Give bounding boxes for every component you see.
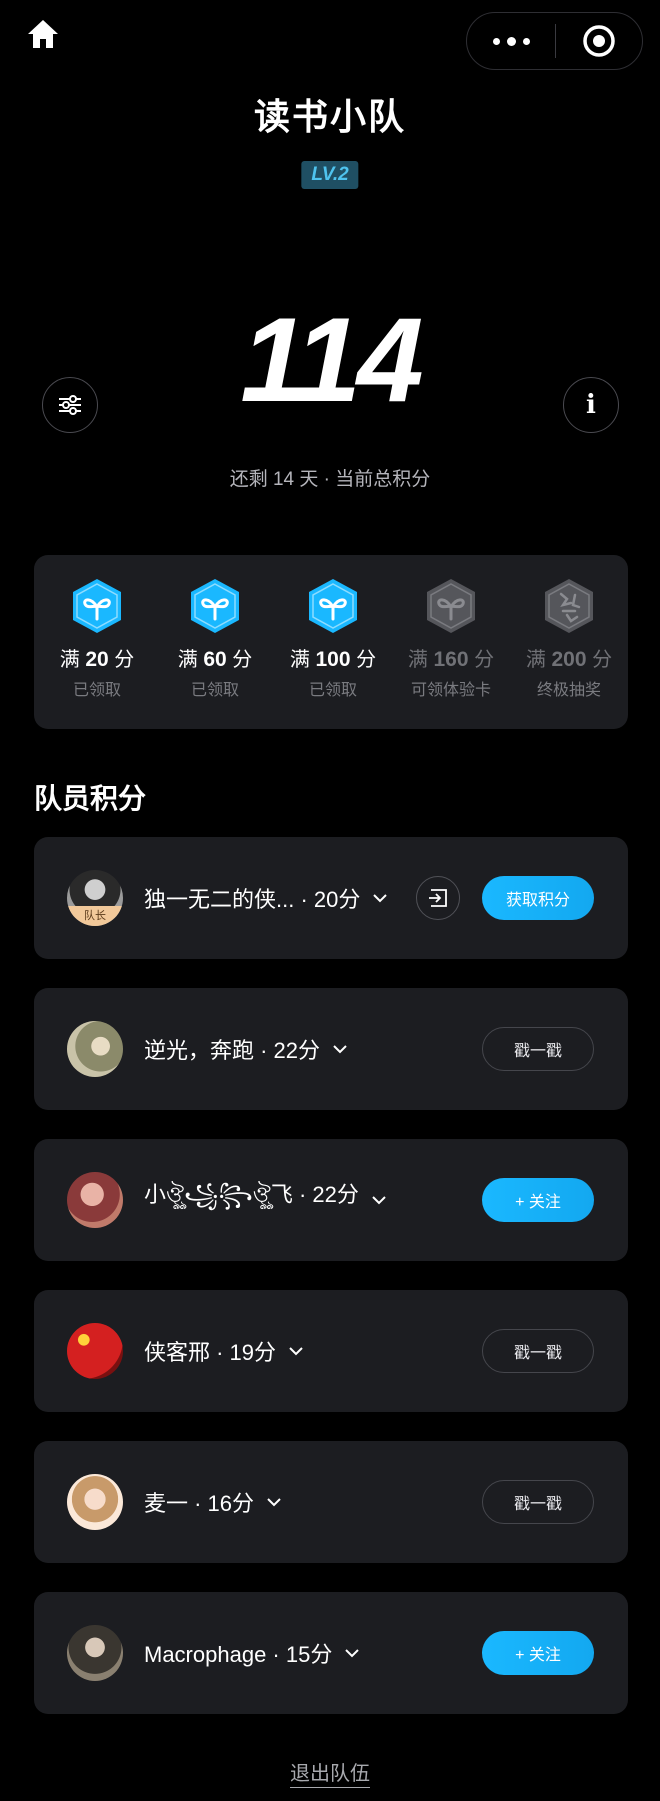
member-name[interactable]: 独一无二的侠... · 20分 [144, 837, 388, 959]
reward-label: 满 20 分 [59, 648, 135, 671]
info-button[interactable]: i [563, 377, 619, 433]
member-name[interactable]: 逆光，奔跑 · 22分 [144, 988, 348, 1110]
reward-hex-icon [191, 579, 239, 633]
info-icon: i [586, 390, 596, 420]
filter-button[interactable] [42, 377, 98, 433]
reward-milestones: 满 20 分 已领取 满 60 分 已领取 满 100 分 已领取 满 160 … [34, 555, 628, 729]
member-row: 队长 独一无二的侠... · 20分 获取积分 [34, 837, 628, 959]
close-program-button[interactable] [556, 13, 642, 69]
captain-tag: 队长 [67, 906, 123, 926]
reward-status: 已领取 [72, 682, 121, 699]
member-row: 逆光，奔跑 · 22分 戳一戳 [34, 988, 628, 1110]
home-button[interactable] [26, 18, 66, 58]
chevron-down-icon [333, 1045, 347, 1054]
reward-item[interactable]: 满 20 分 已领取 [37, 577, 157, 700]
chevron-down-icon [373, 894, 388, 903]
member-row: 小ঔৣ꧁꧂ঔৣ飞 · 22分 + 关注 [34, 1139, 628, 1261]
avatar[interactable]: 队长 [67, 870, 123, 926]
reward-label: 满 100 分 [289, 648, 377, 671]
chevron-down-icon [372, 1196, 386, 1205]
poke-button[interactable]: 戳一戳 [482, 1329, 594, 1373]
reward-label: 满 60 分 [177, 648, 253, 671]
section-title: 队员积分 [34, 783, 147, 814]
follow-button[interactable]: + 关注 [482, 1631, 594, 1675]
exit-team-icon-button[interactable] [416, 876, 460, 920]
chevron-down-icon [267, 1498, 281, 1507]
member-row: 侠客邢 · 19分 戳一戳 [34, 1290, 628, 1412]
member-row: 麦一 · 16分 戳一戳 [34, 1441, 628, 1563]
reward-label: 满 200 分 [525, 648, 613, 671]
reward-item[interactable]: 满 200 分 终极抽奖 [509, 577, 629, 700]
poke-button[interactable]: 戳一戳 [482, 1027, 594, 1071]
reward-item[interactable]: 满 60 分 已领取 [155, 577, 275, 700]
reward-item[interactable]: 满 160 分 可领体验卡 [391, 577, 511, 700]
reward-hex-icon [309, 579, 357, 633]
reward-status: 已领取 [190, 682, 239, 699]
reward-item[interactable]: 满 100 分 已领取 [273, 577, 393, 700]
more-icon [492, 37, 500, 45]
home-icon [28, 20, 58, 48]
more-button[interactable] [467, 13, 555, 69]
page-title: 读书小队 [253, 96, 406, 138]
exit-team-link[interactable]: 退出队伍 [0, 1757, 660, 1788]
get-points-button[interactable]: 获取积分 [482, 876, 594, 920]
chevron-down-icon [345, 1649, 360, 1658]
mini-program-capsule [466, 12, 643, 70]
filter-icon [59, 395, 81, 415]
chevron-down-icon [289, 1347, 303, 1356]
total-score: 114 [240, 293, 423, 427]
avatar[interactable] [67, 1474, 123, 1530]
reward-status: 可领体验卡 [410, 682, 491, 699]
target-icon [583, 25, 615, 57]
poke-button[interactable]: 戳一戳 [482, 1480, 594, 1524]
reward-status: 已领取 [308, 682, 357, 699]
avatar[interactable] [67, 1172, 123, 1228]
member-name[interactable]: 小ঔৣ꧁꧂ঔৣ飞 · 22分 [144, 1139, 387, 1261]
member-name[interactable]: 麦一 · 16分 [144, 1441, 282, 1563]
exit-icon [429, 889, 447, 907]
avatar[interactable] [67, 1323, 123, 1379]
reward-hex-icon [427, 579, 475, 633]
reward-hex-icon [73, 579, 121, 633]
reward-hex-icon [545, 579, 593, 633]
avatar[interactable] [67, 1625, 123, 1681]
avatar[interactable] [67, 1021, 123, 1077]
score-subtitle: 还剩 14 天 · 当前总积分 [229, 469, 431, 490]
member-name[interactable]: Macrophage · 15分 [144, 1592, 360, 1714]
level-badge: LV.2 [301, 161, 359, 189]
follow-button[interactable]: + 关注 [482, 1178, 594, 1222]
member-name[interactable]: 侠客邢 · 19分 [144, 1290, 304, 1412]
reward-label: 满 160 分 [407, 648, 495, 671]
member-row: Macrophage · 15分 + 关注 [34, 1592, 628, 1714]
reward-status: 终极抽奖 [536, 682, 601, 699]
